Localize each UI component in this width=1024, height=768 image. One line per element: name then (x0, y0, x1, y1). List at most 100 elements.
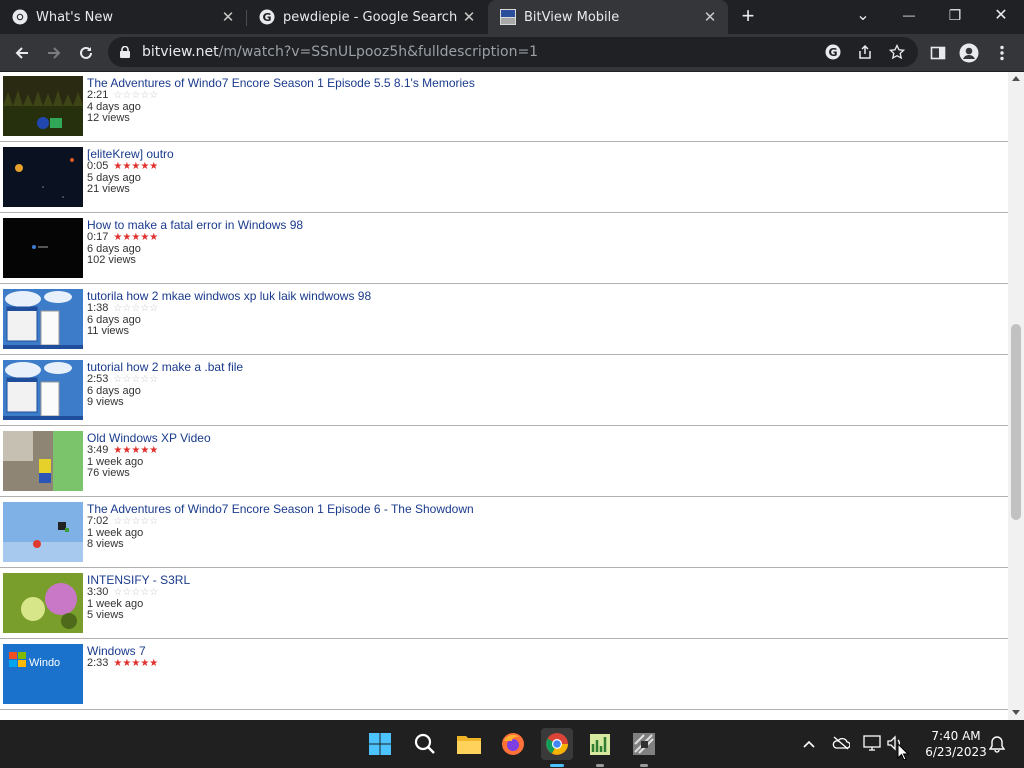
firefox-icon[interactable] (497, 728, 529, 760)
bookmark-star-icon[interactable] (886, 41, 908, 63)
video-thumbnail[interactable] (3, 431, 83, 491)
restore-icon[interactable]: ❐ (932, 0, 978, 30)
video-age: 6 days ago (87, 313, 141, 326)
rating-star-icon: ☆ (122, 587, 132, 598)
rating-star-icon: ☆ (149, 516, 159, 527)
chevron-up-icon[interactable] (802, 736, 816, 752)
rating-star-icon: ★ (149, 445, 159, 456)
url-text: bitview.net/m/watch?v=SSnULpooz5h&fullde… (142, 44, 538, 60)
video-meta: Windows 7 2:33 ★★★★★ (87, 645, 158, 670)
system-clock[interactable]: 7:40 AM 6/23/2023 (916, 728, 996, 760)
rating-star-icon: ☆ (140, 90, 150, 101)
video-list-item[interactable]: tutorial how 2 make a .bat file 2:53 ☆☆☆☆☆… (0, 355, 1008, 426)
video-duration: 0:17 (87, 231, 109, 243)
new-tab-button[interactable]: + (737, 5, 759, 29)
rating-star-icon: ☆ (140, 587, 150, 598)
vertical-scrollbar[interactable] (1008, 72, 1024, 720)
close-tab-icon[interactable]: ✕ (218, 8, 238, 26)
video-title-link[interactable]: How to make a fatal error in Windows 98 (87, 219, 303, 232)
video-meta: The Adventures of Windo7 Encore Season 1… (87, 503, 474, 551)
close-window-icon[interactable]: ✕ (978, 0, 1024, 30)
close-tab-icon[interactable]: ✕ (700, 8, 720, 26)
video-views: 11 views (87, 325, 129, 337)
close-tab-icon[interactable]: ✕ (459, 8, 479, 26)
video-list-item[interactable]: [eliteKrew] outro 0:05 ★★★★★ 5 days ago 21 v… (0, 142, 1008, 213)
mouse-cursor-icon (897, 742, 910, 761)
menu-kebab-icon[interactable] (989, 40, 1015, 66)
address-bar[interactable]: bitview.net/m/watch?v=SSnULpooz5h&fullde… (108, 37, 918, 67)
chrome-icon (12, 9, 28, 25)
video-list-item[interactable]: Windo Windows 7 2:33 ★★★★★ (0, 639, 1008, 710)
video-thumbnail[interactable] (3, 76, 83, 136)
back-icon[interactable] (9, 40, 35, 66)
video-thumbnail[interactable] (3, 573, 83, 633)
profile-icon[interactable] (956, 40, 982, 66)
video-list-item[interactable]: Old Windows XP Video 3:49 ★★★★★ 1 week ago 7… (0, 426, 1008, 497)
video-duration: 0:05 (87, 160, 109, 172)
file-explorer-icon[interactable] (453, 728, 485, 760)
windows-start-icon[interactable] (364, 728, 396, 760)
forward-icon[interactable] (41, 40, 67, 66)
video-title-link[interactable]: tutorial how 2 make a .bat file (87, 361, 243, 374)
video-meta: INTENSIFY - S3RL 3:30 ☆☆☆☆☆ 1 week ago 5 vie… (87, 574, 190, 622)
tab-strip: What's New ✕ G pewdiepie - Google Search… (0, 0, 1024, 34)
video-list-item[interactable]: The Adventures of Windo7 Encore Season 1… (0, 72, 1008, 142)
rating-star-icon: ★ (149, 658, 159, 669)
rating-star-icon: ★ (140, 445, 150, 456)
video-title-link[interactable]: The Adventures of Windo7 Encore Season 1… (87, 77, 475, 90)
onedrive-icon[interactable] (832, 736, 851, 753)
video-rating: ☆☆☆☆☆ (113, 303, 158, 315)
rating-star-icon: ☆ (140, 374, 150, 385)
google-lens-icon[interactable]: G (822, 41, 844, 63)
video-title-link[interactable]: The Adventures of Windo7 Encore Season 1… (87, 503, 474, 516)
tab-whats-new[interactable]: What's New ✕ (0, 0, 246, 34)
notification-icon[interactable] (988, 735, 1006, 756)
video-thumbnail[interactable] (3, 502, 83, 562)
rating-star-icon: ☆ (131, 587, 141, 598)
video-thumbnail[interactable] (3, 147, 83, 207)
rating-star-icon: ★ (131, 161, 141, 172)
video-duration-row: 2:53 ☆☆☆☆☆ (87, 373, 243, 386)
video-list-item[interactable]: INTENSIFY - S3RL 3:30 ☆☆☆☆☆ 1 week ago 5 vie… (0, 568, 1008, 639)
video-meta: tutorila how 2 mkae windwos xp luk laik … (87, 290, 371, 338)
chrome-icon[interactable] (541, 728, 573, 760)
share-icon[interactable] (854, 41, 876, 63)
rating-star-icon: ★ (122, 658, 132, 669)
video-duration-row: 7:02 ☆☆☆☆☆ (87, 515, 474, 528)
scroll-up-icon[interactable] (1012, 76, 1020, 81)
video-thumbnail[interactable] (3, 289, 83, 349)
reload-icon[interactable] (73, 40, 99, 66)
video-thumbnail[interactable]: Windo (3, 644, 83, 704)
video-age: 1 week ago (87, 526, 144, 539)
search-icon[interactable] (409, 728, 441, 760)
clock-time: 7:40 AM (931, 729, 981, 743)
rating-star-icon: ☆ (122, 90, 132, 101)
side-panel-icon[interactable] (925, 40, 951, 66)
minimize-icon[interactable]: — (886, 0, 932, 30)
video-list-item[interactable]: tutorila how 2 mkae windwos xp luk laik … (0, 284, 1008, 355)
video-title-link[interactable]: tutorila how 2 mkae windwos xp luk laik … (87, 290, 371, 303)
video-thumbnail[interactable] (3, 360, 83, 420)
video-list-item[interactable]: The Adventures of Windo7 Encore Season 1… (0, 497, 1008, 568)
tab-google-search[interactable]: G pewdiepie - Google Search ✕ (247, 0, 487, 34)
video-rating: ☆☆☆☆☆ (113, 374, 158, 386)
video-list-item[interactable]: How to make a fatal error in Windows 98 0… (0, 213, 1008, 284)
tab-title: pewdiepie - Google Search (283, 9, 458, 25)
video-duration-row: 1:38 ☆☆☆☆☆ (87, 302, 371, 315)
rating-star-icon: ★ (122, 445, 132, 456)
video-duration-row: 2:21 ☆☆☆☆☆ (87, 89, 475, 102)
tab-search-icon[interactable]: ⌄ (840, 0, 886, 30)
scroll-down-icon[interactable] (1012, 710, 1020, 715)
scrollbar-thumb[interactable] (1011, 324, 1021, 520)
video-rating: ★★★★★ (113, 161, 158, 173)
video-age: 4 days ago (87, 100, 141, 113)
network-icon[interactable] (863, 735, 881, 754)
video-duration-row: 3:30 ☆☆☆☆☆ (87, 586, 190, 599)
rating-star-icon: ☆ (140, 303, 150, 314)
tab-bitview-mobile[interactable]: BitView Mobile ✕ (488, 0, 728, 34)
game-icon[interactable] (628, 728, 660, 760)
video-meta: tutorial how 2 make a .bat file 2:53 ☆☆☆☆☆… (87, 361, 243, 409)
notepad-chart-icon[interactable] (584, 728, 616, 760)
lock-icon[interactable] (120, 45, 130, 58)
video-thumbnail[interactable] (3, 218, 83, 278)
